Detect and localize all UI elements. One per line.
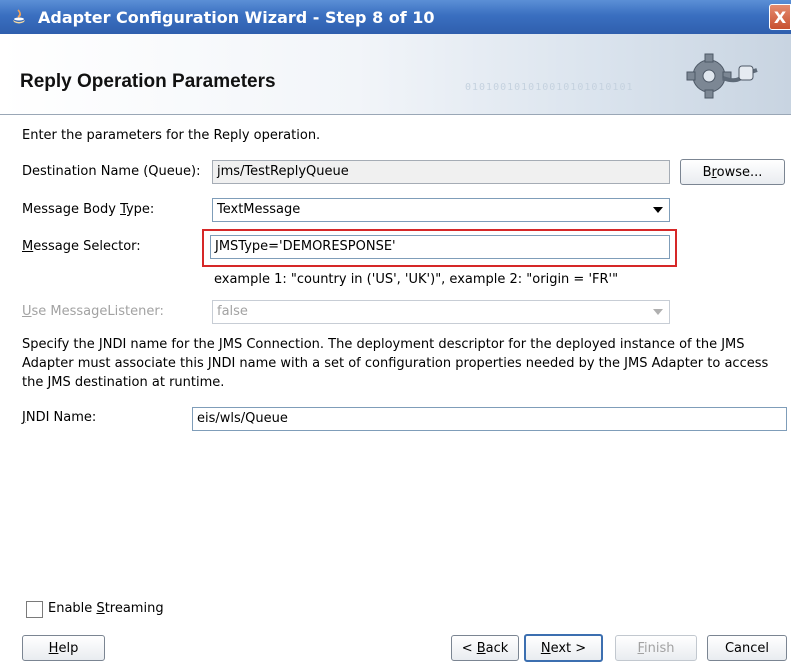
finish-button[interactable]: Finish [615, 635, 697, 661]
enable-streaming-checkbox[interactable] [26, 601, 43, 618]
cancel-button[interactable]: Cancel [707, 635, 787, 661]
back-button[interactable]: < Back [451, 635, 519, 661]
body-type-label: Message Body Type: [22, 202, 155, 217]
back-label: < Back [461, 640, 509, 656]
listener-select[interactable]: false [212, 300, 670, 324]
jndi-input[interactable]: eis/wls/Queue [192, 407, 787, 431]
listener-label: Use MessageListener: [22, 304, 164, 319]
destination-label: Destination Name (Queue): [22, 164, 201, 179]
page-title: Reply Operation Parameters [20, 71, 276, 92]
cancel-label: Cancel [724, 640, 770, 656]
browse-button[interactable]: Browse... [680, 159, 785, 185]
dropdown-arrow-icon [653, 309, 663, 315]
help-label: Help [48, 640, 79, 656]
finish-label: Finish [637, 640, 675, 656]
jndi-description-line-2: Adapter must associate this JNDI name wi… [22, 356, 769, 371]
body-type-value: TextMessage [217, 202, 301, 217]
body-type-select[interactable]: TextMessage [212, 198, 670, 222]
close-button[interactable]: X [769, 4, 791, 30]
destination-field[interactable]: jms/TestReplyQueue [212, 160, 670, 184]
selector-value: JMSType='DEMORESPONSE' [215, 239, 396, 254]
binary-decoration: 010100101010010101010101 [465, 82, 634, 93]
help-button[interactable]: Help [22, 635, 105, 661]
selector-input[interactable]: JMSType='DEMORESPONSE' [210, 235, 670, 259]
jndi-description-line-1: Specify the JNDI name for the JMS Connec… [22, 337, 745, 352]
wizard-header: Reply Operation Parameters 0101001010100… [0, 34, 791, 115]
next-button[interactable]: Next > [524, 634, 603, 662]
listener-value: false [217, 304, 248, 319]
close-icon: X [773, 7, 787, 27]
enable-streaming-label: Enable Streaming [48, 601, 164, 616]
window-title: Adapter Configuration Wizard - Step 8 of… [38, 7, 435, 27]
intro-text: Enter the parameters for the Reply opera… [22, 128, 321, 143]
jndi-label: JNDI Name: [22, 410, 97, 425]
destination-value: jms/TestReplyQueue [217, 164, 349, 179]
selector-example: example 1: "country in ('US', 'UK')", ex… [214, 272, 619, 287]
selector-label: Message Selector: [22, 239, 141, 254]
next-label: Next > [540, 640, 587, 656]
jndi-description-line-3: the JMS destination at runtime. [22, 375, 225, 390]
jndi-value: eis/wls/Queue [197, 411, 288, 426]
gear-plug-icon [683, 44, 763, 110]
title-bar: Adapter Configuration Wizard - Step 8 of… [0, 0, 791, 34]
dropdown-arrow-icon [653, 207, 663, 213]
wizard-body: Enter the parameters for the Reply opera… [0, 116, 791, 668]
java-icon [8, 6, 30, 28]
